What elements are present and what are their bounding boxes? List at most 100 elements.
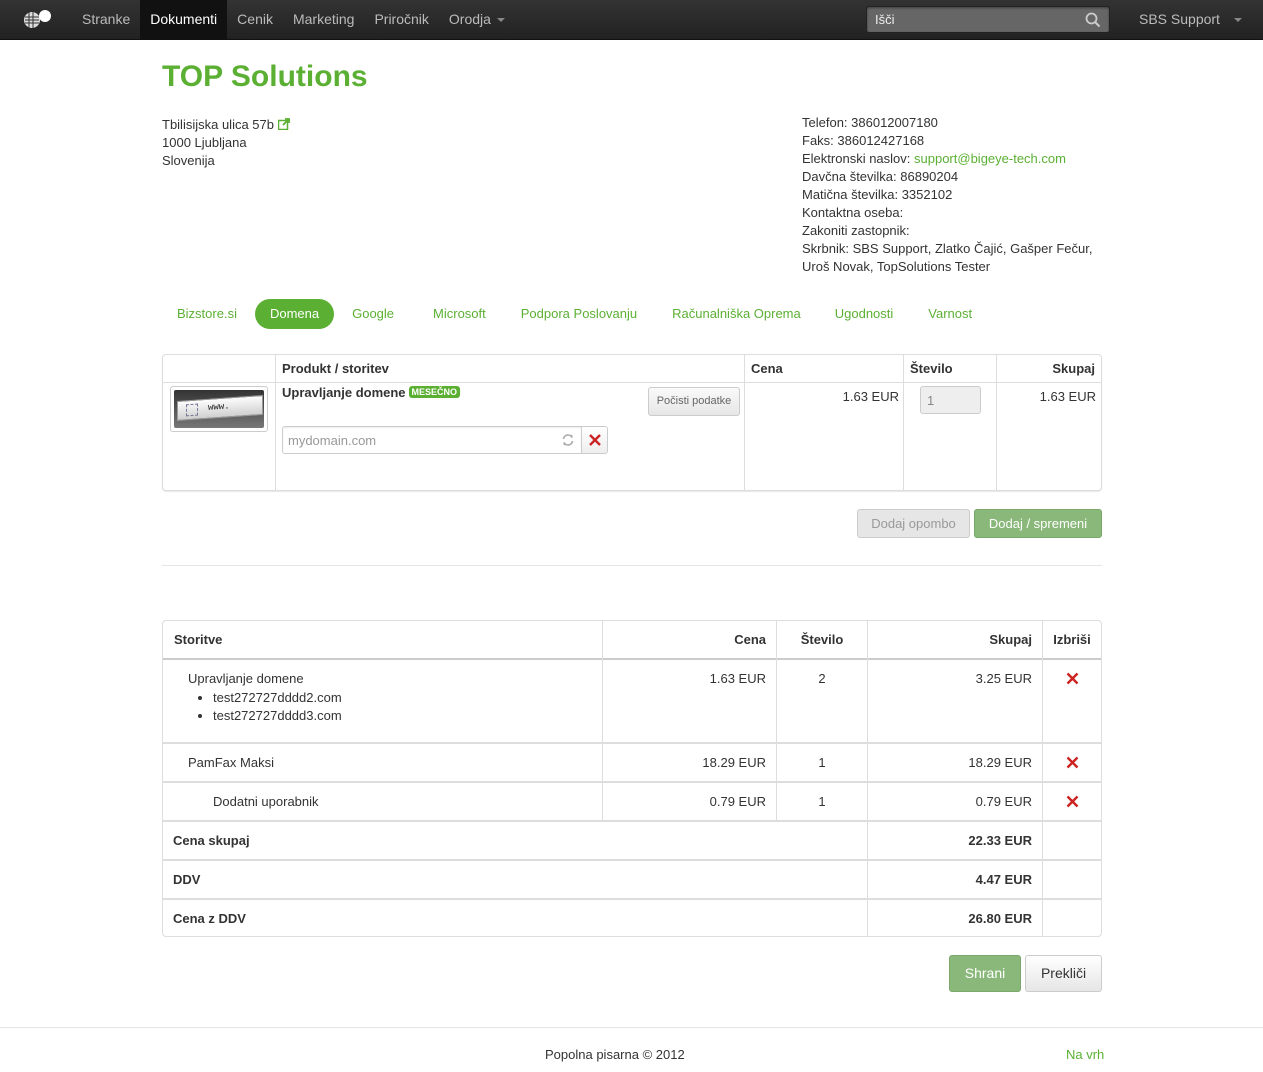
tab-ugodnosti[interactable]: Ugodnosti — [820, 299, 909, 329]
billing-badge: MESEČNO — [408, 386, 461, 398]
footer-copyright: Popolna pisarna © 2012 — [545, 1047, 685, 1062]
refresh-icon[interactable] — [561, 433, 575, 447]
back-to-top-link[interactable]: Na vrh — [1066, 1047, 1104, 1062]
nav-item-marketing[interactable]: Marketing — [283, 0, 364, 40]
search-input[interactable]: Išči — [866, 6, 1110, 33]
product-total: 1.63 EUR — [1039, 389, 1096, 404]
top-navbar: Stranke Dokumenti Cenik Marketing Priroč… — [0, 0, 1263, 40]
cancel-button[interactable]: Prekliči — [1025, 955, 1102, 992]
col-divider — [1042, 621, 1043, 936]
external-link-icon[interactable] — [277, 117, 290, 131]
domain-input[interactable]: mydomain.com — [282, 426, 582, 454]
row-divider — [163, 898, 1101, 900]
contact-reg: Matična številka: 3352102 — [802, 187, 953, 202]
row-divider — [163, 820, 1101, 822]
company-contact: Telefon: 386012007180 Faks: 386012427168… — [802, 114, 1102, 276]
chevron-down-icon — [496, 18, 505, 23]
service-name: PamFax Maksi — [188, 755, 274, 770]
close-icon — [589, 434, 601, 446]
contact-email-link[interactable]: support@bigeye-tech.com — [914, 151, 1066, 166]
tab-domena[interactable]: Domena — [254, 299, 335, 329]
grand-total-value: 26.80 EUR — [968, 911, 1032, 926]
vat-label: DDV — [173, 872, 201, 887]
page-title: TOP Solutions — [162, 60, 368, 93]
add-update-button[interactable]: Dodaj / spremeni — [974, 509, 1102, 538]
save-button[interactable]: Shrani — [949, 955, 1021, 992]
delete-icon[interactable] — [1066, 795, 1079, 808]
search-placeholder: Išči — [875, 12, 895, 27]
product-table: Produkt / storitev Cena Število Skupaj w… — [162, 354, 1102, 491]
tab-microsoft[interactable]: Microsoft — [418, 299, 501, 329]
row-divider — [163, 658, 1101, 660]
list-item: test272727dddd3.com — [213, 707, 342, 725]
header-total: Skupaj — [1052, 361, 1095, 376]
remove-domain-button[interactable] — [581, 426, 608, 454]
address-street: Tbilisijska ulica 57b — [162, 117, 274, 132]
list-item: test272727dddd2.com — [213, 689, 342, 707]
nav-item-dokumenti[interactable]: Dokumenti — [140, 0, 228, 40]
tab-varnost[interactable]: Varnost — [913, 299, 987, 329]
nav-item-stranke[interactable]: Stranke — [72, 0, 140, 40]
contact-fax: Faks: 386012427168 — [802, 133, 925, 148]
row-divider — [163, 742, 1101, 744]
product-thumbnail: www. — [170, 386, 268, 432]
thumbnail-text: www. — [208, 401, 230, 413]
service-name: Upravljanje domene — [188, 671, 304, 686]
chevron-down-icon — [1233, 18, 1242, 23]
search-icon[interactable] — [1085, 12, 1101, 28]
service-qty: 1 — [818, 794, 826, 809]
service-price: 1.63 EUR — [709, 671, 766, 686]
tab-podpora-poslovanju[interactable]: Podpora Poslovanju — [506, 299, 652, 329]
product-name-label: Upravljanje domene — [282, 385, 406, 400]
service-total: 3.25 EUR — [975, 671, 1032, 686]
domain-list: test272727dddd2.com test272727dddd3.com — [213, 689, 342, 725]
main-nav: Stranke Dokumenti Cenik Marketing Priroč… — [72, 0, 515, 40]
contact-email-label: Elektronski naslov: — [802, 151, 911, 166]
total-value: 22.33 EUR — [968, 833, 1032, 848]
vat-value: 4.47 EUR — [975, 872, 1032, 887]
nav-item-prirocnik[interactable]: Priročnik — [364, 0, 438, 40]
header-service: Storitve — [174, 632, 223, 647]
service-qty: 2 — [818, 671, 826, 686]
service-price: 0.79 EUR — [709, 794, 766, 809]
service-total: 18.29 EUR — [968, 755, 1032, 770]
nav-item-orodja-label: Orodja — [448, 11, 491, 27]
app-logo-icon[interactable] — [20, 7, 54, 31]
user-menu[interactable]: SBS Support — [1127, 0, 1254, 40]
contact-legal: Zakoniti zastopnik: — [802, 223, 910, 238]
services-table: Storitve Cena Število Skupaj Izbriši Upr… — [162, 620, 1102, 937]
nav-item-cenik[interactable]: Cenik — [227, 0, 283, 40]
domain-placeholder: mydomain.com — [288, 433, 377, 448]
contact-phone: Telefon: 386012007180 — [802, 115, 938, 130]
contact-person: Kontaktna oseba: — [802, 205, 904, 220]
col-divider — [602, 621, 603, 821]
clear-data-button[interactable]: Počisti podatke — [648, 387, 740, 416]
nav-item-orodja[interactable]: Orodja — [439, 0, 515, 40]
header-price: Cena — [751, 361, 783, 376]
header-qty: Število — [910, 361, 953, 376]
address-city: 1000 Ljubljana — [162, 135, 247, 150]
tab-bizstore[interactable]: Bizstore.si — [162, 299, 252, 329]
contact-keeper-2: Uroš Novak, TopSolutions Tester — [802, 259, 991, 274]
tab-google[interactable]: Google — [337, 299, 409, 329]
divider — [162, 565, 1102, 566]
row-divider — [163, 859, 1101, 861]
delete-icon[interactable] — [1066, 672, 1079, 685]
service-total: 0.79 EUR — [975, 794, 1032, 809]
contact-keeper-1: Skrbnik: SBS Support, Zlatko Čajić, Gašp… — [802, 241, 1093, 256]
header-qty: Število — [800, 632, 844, 647]
add-note-button[interactable]: Dodaj opombo — [857, 509, 970, 538]
product-name: Upravljanje domene MESEČNO — [282, 385, 461, 400]
category-tabs: Bizstore.si Domena Google Microsoft Podp… — [162, 299, 990, 329]
footer-divider — [0, 1027, 1263, 1028]
row-divider — [163, 781, 1101, 783]
product-price: 1.63 EUR — [842, 389, 899, 404]
contact-tax: Davčna številka: 86890204 — [802, 169, 959, 184]
header-product: Produkt / storitev — [282, 361, 389, 376]
tab-racunalniska-oprema[interactable]: Računalniška Oprema — [657, 299, 816, 329]
header-price: Cena — [734, 632, 766, 647]
quantity-input[interactable]: 1 — [920, 386, 981, 414]
service-qty: 1 — [818, 755, 826, 770]
delete-icon[interactable] — [1066, 756, 1079, 769]
service-price: 18.29 EUR — [702, 755, 766, 770]
